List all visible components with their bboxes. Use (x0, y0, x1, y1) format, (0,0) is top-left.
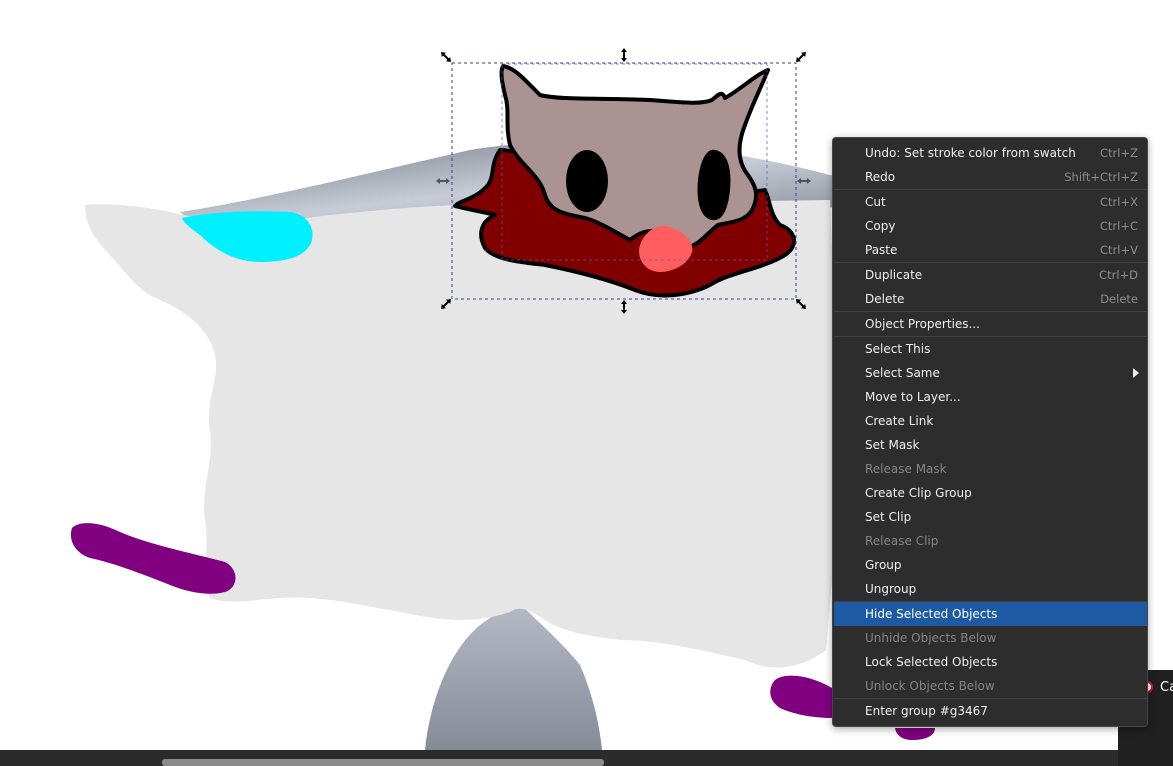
menu-item-create-clip-group[interactable]: Create Clip Group (834, 481, 1147, 505)
double-arrow-icon (621, 48, 627, 62)
menu-item-group[interactable]: Group (834, 553, 1147, 577)
menu-item-set-mask[interactable]: Set Mask (834, 433, 1147, 457)
menu-item-lock-selected-objects[interactable]: Lock Selected Objects (834, 650, 1147, 674)
menu-item-cut[interactable]: Cut Ctrl+X (834, 190, 1147, 214)
double-arrow-icon (441, 52, 451, 62)
owl-left-eye (566, 150, 608, 212)
menu-item-release-clip[interactable]: Release Clip (834, 529, 1147, 553)
menu-item-select-this[interactable]: Select This (834, 337, 1147, 361)
menu-item-hide-selected-objects[interactable]: Hide Selected Objects (834, 602, 1147, 626)
menu-item-undo[interactable]: Undo: Set stroke color from swatch Ctrl+Z (834, 141, 1147, 165)
menu-item-move-to-layer[interactable]: Move to Layer... (834, 385, 1147, 409)
context-menu: Undo: Set stroke color from swatch Ctrl+Z… (832, 137, 1148, 727)
menu-item-delete[interactable]: Delete Delete (834, 287, 1147, 311)
menu-item-set-clip[interactable]: Set Clip (834, 505, 1147, 529)
menu-item-release-mask[interactable]: Release Mask (834, 457, 1147, 481)
menu-item-duplicate[interactable]: Duplicate Ctrl+D (834, 263, 1147, 287)
double-arrow-icon (796, 52, 806, 62)
menu-item-unhide-objects-below[interactable]: Unhide Objects Below (834, 626, 1147, 650)
purple-shape-right-tail[interactable] (895, 728, 935, 740)
menu-item-unlock-objects-below[interactable]: Unlock Objects Below (834, 674, 1147, 698)
owl-head-group[interactable] (453, 64, 796, 298)
purple-shape-right[interactable] (770, 675, 832, 718)
menu-item-create-link[interactable]: Create Link (834, 409, 1147, 433)
horizontal-scrollbar-thumb[interactable] (162, 759, 604, 766)
menu-item-paste[interactable]: Paste Ctrl+V (834, 238, 1147, 262)
menu-item-ungroup[interactable]: Ungroup (834, 577, 1147, 601)
side-panel-label[interactable]: Ca (1160, 680, 1173, 695)
menu-item-redo[interactable]: Redo Shift+Ctrl+Z (834, 165, 1147, 189)
menu-item-object-properties[interactable]: Object Properties... (834, 312, 1147, 336)
menu-item-enter-group[interactable]: Enter group #g3467 (834, 699, 1147, 723)
menu-item-select-same[interactable]: Select Same (834, 361, 1147, 385)
chevron-right-icon (1133, 368, 1139, 378)
menu-item-copy[interactable]: Copy Ctrl+C (834, 214, 1147, 238)
